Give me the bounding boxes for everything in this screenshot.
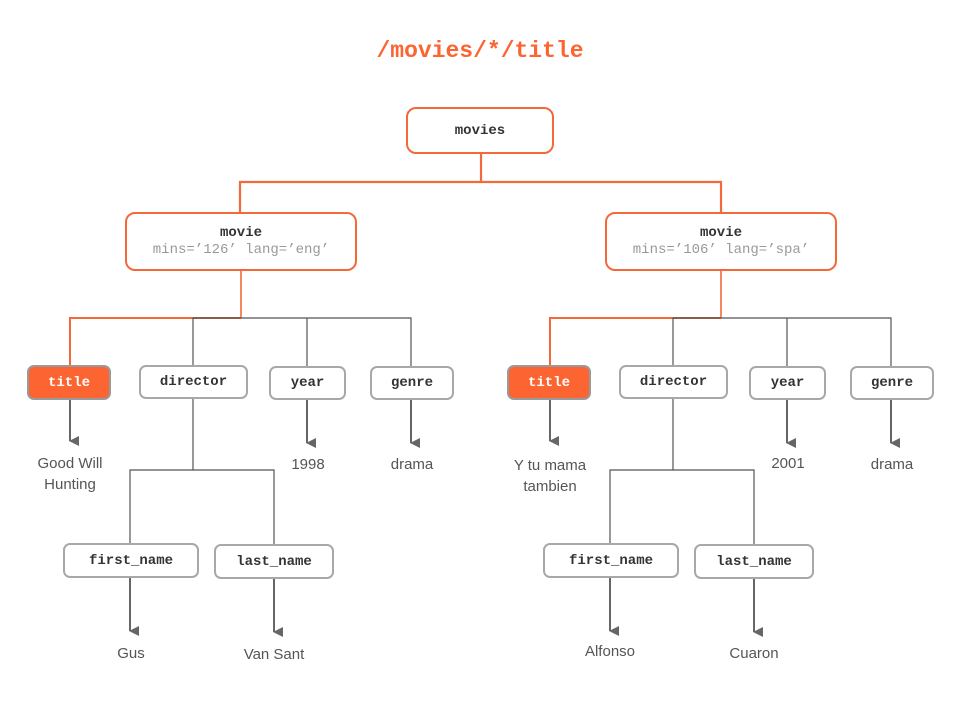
edge-movie-to-children-1	[192, 317, 412, 366]
node-label: movies	[454, 122, 506, 139]
node-label: last_name	[716, 553, 792, 570]
edge-movie-to-children-2	[672, 317, 892, 366]
node-last-name-1: last_name	[214, 544, 334, 579]
node-title-2: title	[507, 365, 591, 400]
node-label: first_name	[88, 552, 173, 569]
leaf-line: tambien	[523, 478, 577, 495]
node-movies: movies	[406, 107, 554, 154]
node-label: title	[527, 374, 570, 391]
leaf-genre-value-1: drama	[390, 456, 434, 473]
node-last-name-2: last_name	[694, 544, 814, 579]
node-movie-2: movie mins=’106’ lang=’spa’	[605, 212, 837, 271]
node-label: year	[290, 375, 325, 391]
xpath-expression: /movies/*/title	[376, 38, 584, 64]
edge-director-to-first-name-2	[609, 399, 674, 543]
node-director-1: director	[139, 365, 248, 399]
leaf-line: Y tu mama	[513, 457, 587, 474]
leaf-line: Good Will	[37, 455, 103, 472]
leaf-year-value-1: 1998	[291, 456, 325, 473]
leaf-last-name-value-1: Van Sant	[243, 646, 305, 663]
leaf-genre-value-2: drama	[870, 456, 914, 473]
node-first-name-1: first_name	[63, 543, 199, 578]
node-label: last_name	[236, 553, 312, 570]
edge-root-to-movies	[238, 180, 723, 212]
xpath-tree-diagram: /movies/*/title movies movie mins=’126’ …	[0, 0, 960, 720]
edge-director-to-first-name-1	[129, 399, 194, 543]
node-year-2: year	[749, 366, 826, 400]
node-label: genre	[870, 375, 913, 391]
leaf-title-value-2: Y tu mama tambien	[500, 455, 600, 497]
node-label: director	[159, 374, 228, 390]
node-attributes: mins=’106’ lang=’spa’	[632, 242, 810, 258]
node-label: first_name	[568, 552, 653, 569]
leaf-year-value-2: 2001	[771, 455, 805, 472]
node-genre-1: genre	[370, 366, 454, 400]
node-attributes: mins=’126’ lang=’eng’	[152, 242, 330, 258]
node-label: director	[639, 374, 708, 390]
node-director-2: director	[619, 365, 728, 399]
leaf-first-name-value-1: Gus	[117, 645, 145, 662]
edge-director-to-last-name-1	[193, 469, 275, 544]
node-label: movie	[699, 225, 742, 241]
node-first-name-2: first_name	[543, 543, 679, 578]
node-label: title	[47, 374, 90, 391]
edge-movie-to-title-2	[549, 317, 721, 365]
node-title-1: title	[27, 365, 111, 400]
node-genre-2: genre	[850, 366, 934, 400]
node-label: movie	[219, 225, 262, 241]
edge-movie-to-title-1	[69, 317, 241, 365]
node-label: year	[770, 375, 805, 391]
node-year-1: year	[269, 366, 346, 400]
node-label: genre	[390, 375, 433, 391]
leaf-line: Hunting	[44, 476, 96, 493]
node-movie-1: movie mins=’126’ lang=’eng’	[125, 212, 357, 271]
leaf-last-name-value-2: Cuaron	[729, 645, 779, 662]
edge-director-to-last-name-2	[673, 469, 755, 544]
leaf-first-name-value-2: Alfonso	[584, 643, 636, 660]
leaf-title-value-1: Good Will Hunting	[20, 453, 120, 495]
